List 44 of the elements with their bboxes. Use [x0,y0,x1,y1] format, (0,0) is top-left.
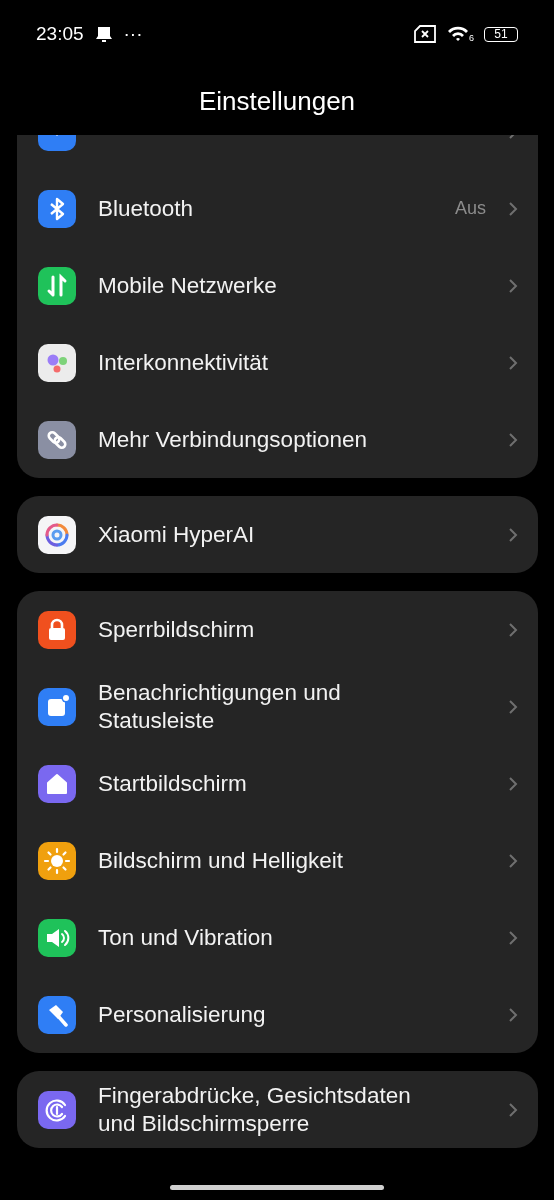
notification-icon [93,24,114,44]
setting-label: Ton und Vibration [98,923,274,952]
fingerprint-icon [38,1090,76,1129]
settings-item[interactable]: Startbildschirm [17,745,538,822]
home-icon [38,764,76,803]
lock-icon [38,610,76,649]
settings-item[interactable]: Fingerabdrücke, Gesichtsdaten und Bildschirmsperre [17,1071,538,1148]
more-notifications: ··· [123,23,143,45]
sound-icon [38,918,76,957]
setting-label: Personalisierung [98,1000,267,1029]
wifi-standard: 6 [469,33,474,43]
notification-icon [38,687,76,726]
interconnect-icon [38,343,76,382]
setting-label: Bildschirm und Helligkeit [98,846,345,875]
page-title: Einstellungen [198,86,356,117]
settings-item[interactable]: Benachrichtigungen und Statusleiste [17,668,538,745]
settings-item[interactable]: Interkonnektivität [17,324,538,401]
sim-error-icon [413,25,437,43]
setting-label: Bluetooth [98,194,195,223]
setting-label: Interkonnektivität [98,348,270,377]
settings-item[interactable]: Xiaomi HyperAI [17,496,538,573]
settings-item[interactable]: Mehr Verbindungsoptionen [17,401,538,478]
setting-label: Mobile Netzwerke [98,271,278,300]
link-icon [38,420,76,459]
setting-label: Fingerabdrücke, Gesichtsdaten und Bildschirmsperre [98,1081,412,1138]
settings-item[interactable]: Bildschirm und Helligkeit [17,822,538,899]
brightness-icon [38,841,76,880]
mobile-icon [38,266,76,305]
brush-icon [38,995,76,1034]
setting-label: Benachrichtigungen und Statusleiste [98,678,342,735]
battery-icon: 51 [484,26,518,42]
setting-label: Xiaomi HyperAI [98,520,256,549]
settings-item[interactable]: Bluetooth Aus [17,170,538,247]
setting-label: Sperrbildschirm [98,615,256,644]
clock: 23:05 [36,23,84,45]
setting-label: Mehr Verbindungsoptionen [98,425,368,454]
setting-value: Aus [454,198,486,219]
setting-label: Startbildschirm [98,769,248,798]
ai-icon [38,515,76,554]
settings-item[interactable]: Sperrbildschirm [17,591,538,668]
settings-item[interactable]: Personalisierung [17,976,538,1053]
settings-item[interactable]: Ton und Vibration [17,899,538,976]
bluetooth-icon [38,189,76,228]
settings-item[interactable]: Mobile Netzwerke [17,247,538,324]
